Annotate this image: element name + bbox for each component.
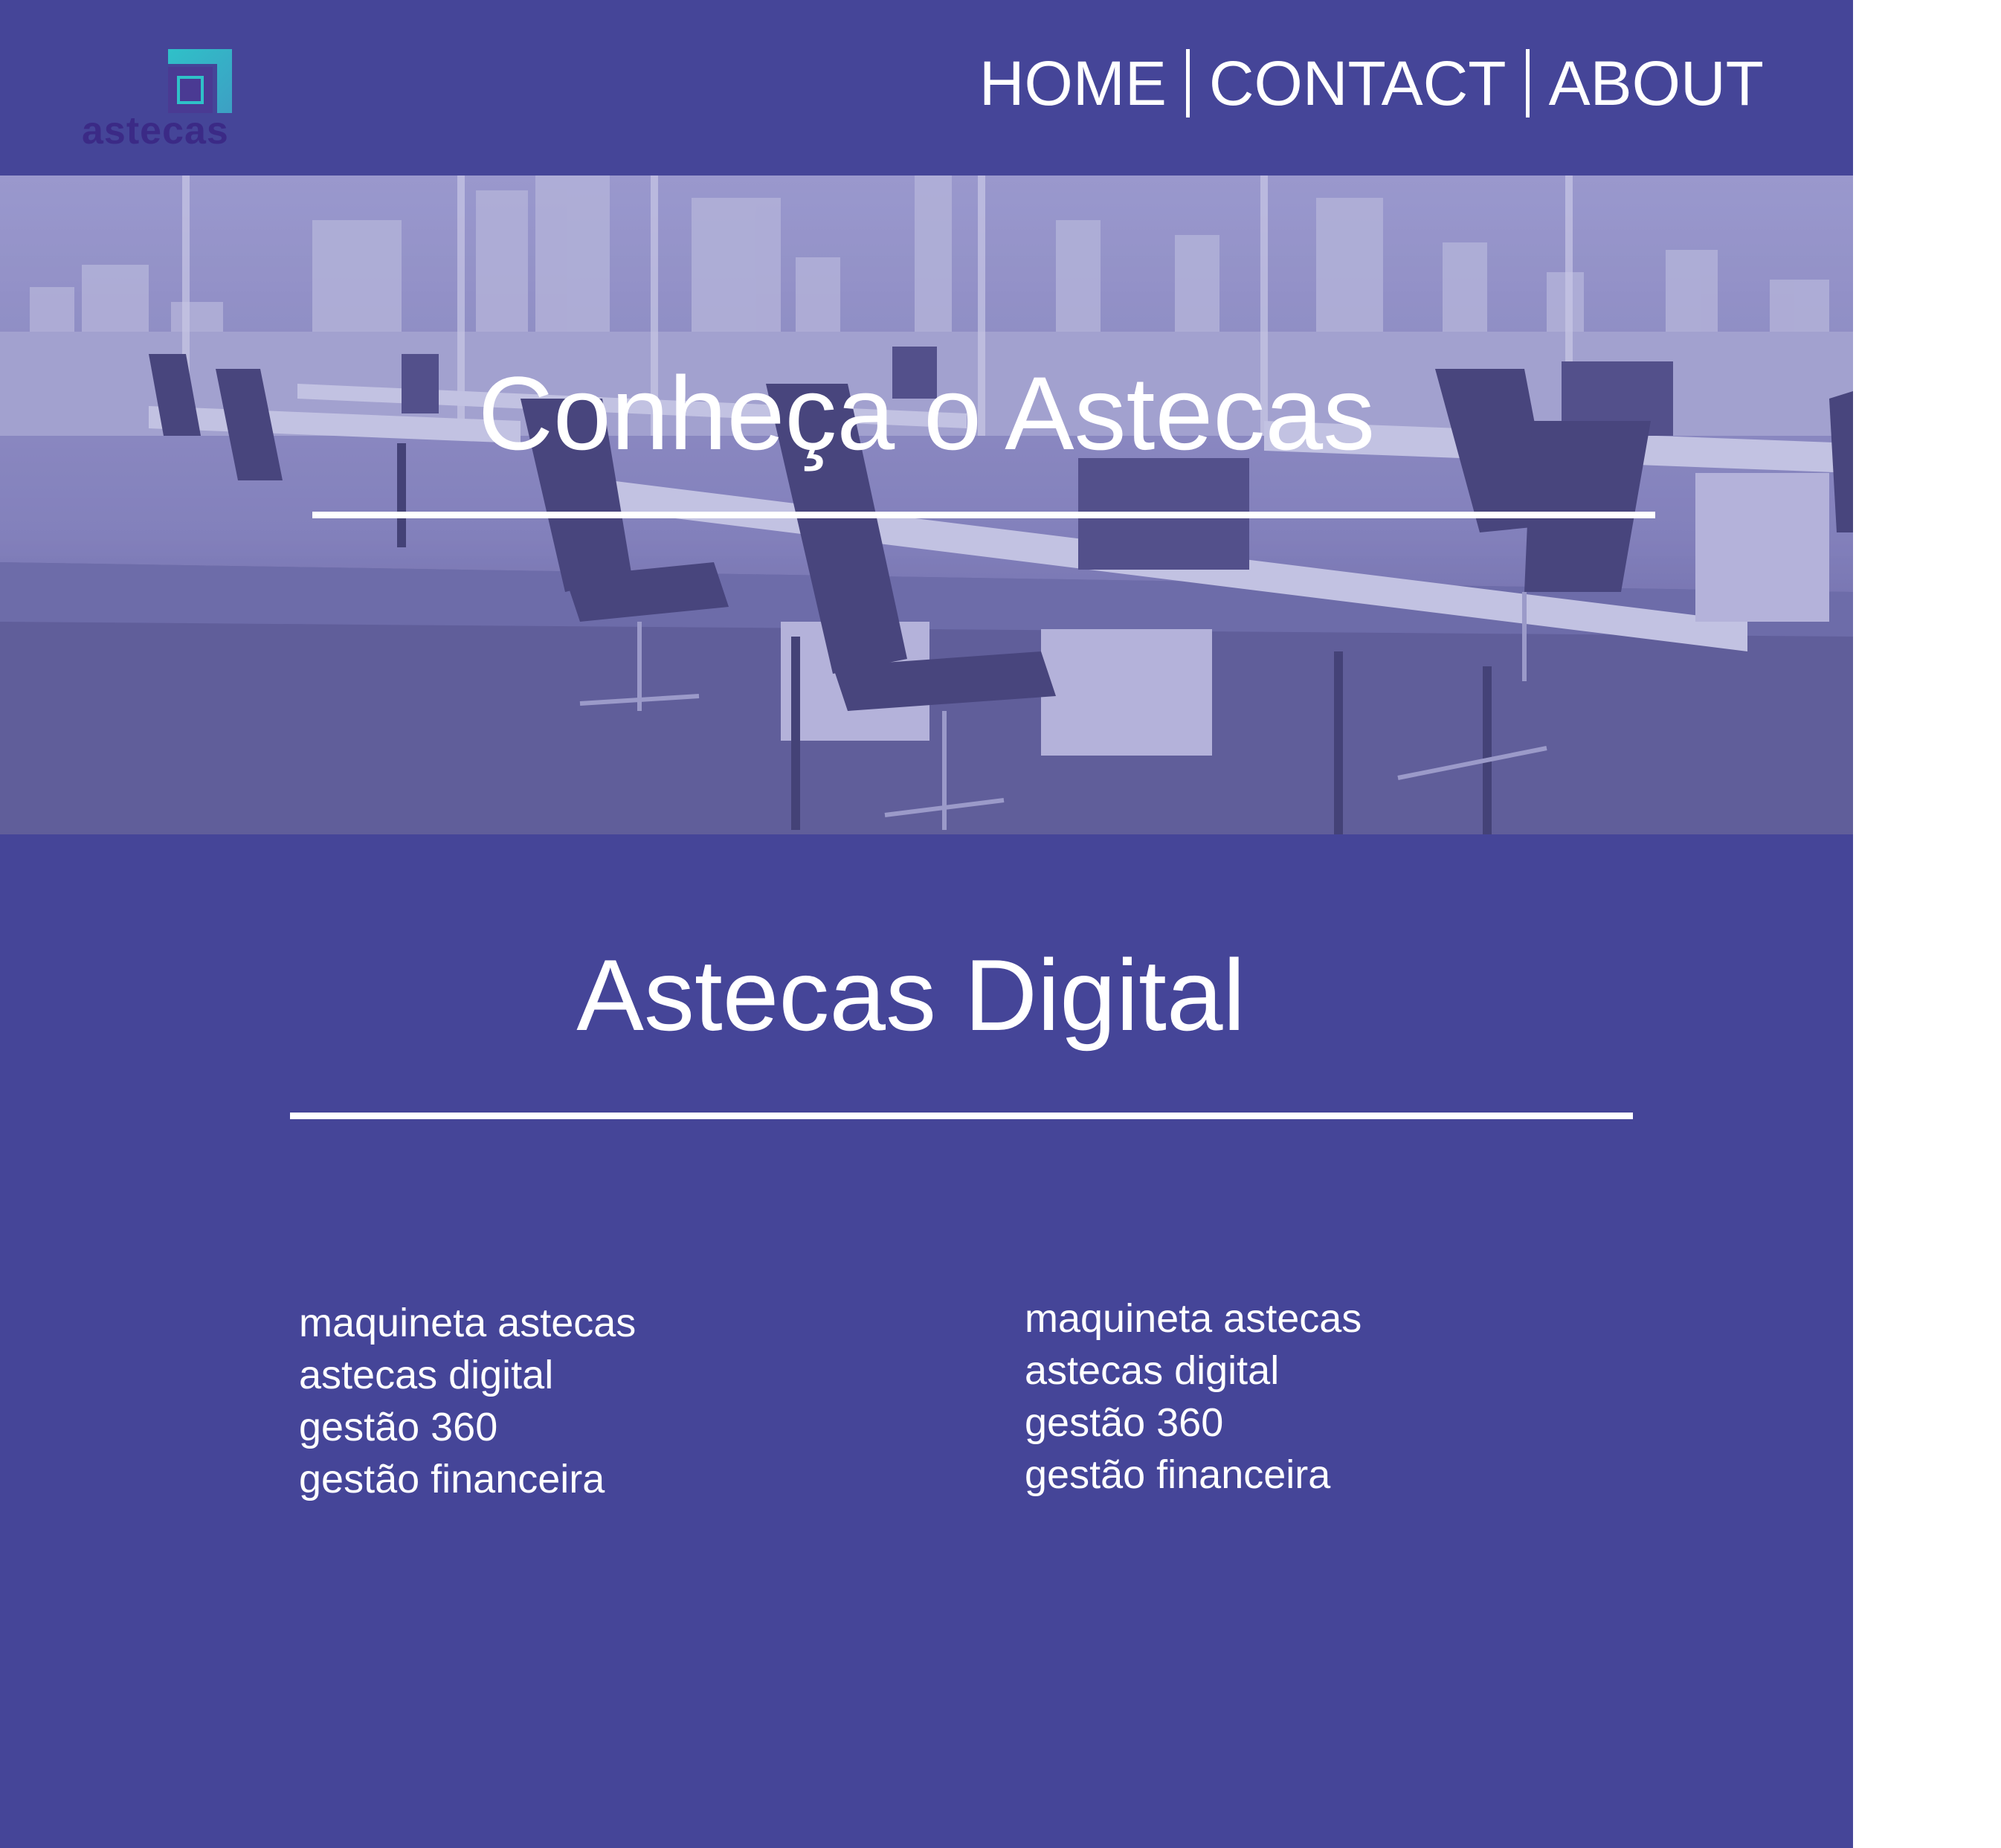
nav-separator — [1185, 49, 1190, 117]
list-item[interactable]: astecas digital — [1025, 1345, 1362, 1397]
list-item[interactable]: maquineta astecas — [1025, 1292, 1362, 1345]
nav-contact-link[interactable]: CONTACT — [1209, 52, 1507, 115]
hero-title: Conheça o Astecas — [477, 355, 1376, 471]
list-item[interactable]: astecas digital — [299, 1349, 636, 1401]
main-section: Astecas Digital maquineta astecas asteca… — [0, 834, 1853, 1848]
section-divider — [290, 1113, 1633, 1119]
nav-separator — [1525, 49, 1530, 117]
logo-mark-icon — [168, 49, 232, 113]
site-header: astecas HOME CONTACT ABOUT — [0, 0, 1853, 176]
list-item[interactable]: maquineta astecas — [299, 1297, 636, 1349]
list-item[interactable]: gestão 360 — [1025, 1397, 1362, 1449]
list-item[interactable]: gestão financeira — [1025, 1449, 1362, 1501]
links-column-right: maquineta astecas astecas digital gestão… — [1025, 1292, 1362, 1501]
main-nav: HOME CONTACT ABOUT — [979, 49, 1764, 117]
logo-wordmark: astecas — [82, 109, 229, 152]
hero-divider — [312, 512, 1655, 518]
astecas-logo[interactable]: astecas — [74, 45, 238, 156]
nav-about-link[interactable]: ABOUT — [1549, 52, 1764, 115]
nav-home-link[interactable]: HOME — [979, 52, 1167, 115]
list-item[interactable]: gestão 360 — [299, 1401, 636, 1453]
hero-banner: Conheça o Astecas — [0, 176, 1853, 834]
section-title: Astecas Digital — [576, 939, 1246, 1052]
hero-office-image — [0, 176, 1853, 834]
list-item[interactable]: gestão financeira — [299, 1453, 636, 1505]
links-column-left: maquineta astecas astecas digital gestão… — [299, 1297, 636, 1505]
page: astecas HOME CONTACT ABOUT Conheça o Ast… — [0, 0, 2001, 1848]
